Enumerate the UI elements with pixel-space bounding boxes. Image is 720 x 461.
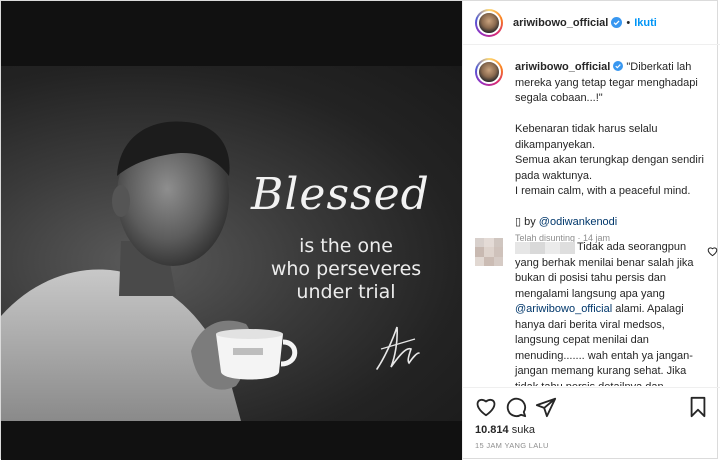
comment-body-1: Tidak ada seorangpun yang berhak menilai… xyxy=(515,241,697,300)
post-timestamp[interactable]: 15 JAM YANG LALU xyxy=(475,441,549,450)
bookmark-icon[interactable] xyxy=(687,396,709,418)
comment-text: Tidak ada seorangpun yang berhak menilai… xyxy=(515,240,695,386)
post-header: ariwibowo_official • Ikuti xyxy=(463,1,720,45)
separator-dot: • xyxy=(626,16,631,29)
quote-line: who perseveres xyxy=(270,258,422,280)
blessed-title: Blessed xyxy=(251,169,430,220)
quote-line: is the one xyxy=(299,235,393,257)
avatar[interactable] xyxy=(475,8,503,37)
post-side-panel: ariwibowo_official • Ikuti ariwibowo_off… xyxy=(462,1,720,461)
avatar[interactable] xyxy=(475,58,503,86)
verified-badge-icon xyxy=(613,61,624,71)
quote-text: is the one who perseveres under trial xyxy=(256,235,436,304)
caption-username[interactable]: ariwibowo_official xyxy=(515,61,610,73)
signature-graphic xyxy=(376,326,420,370)
post-image[interactable]: Blessed is the one who perseveres under … xyxy=(1,1,462,460)
verified-badge-icon xyxy=(611,17,623,28)
likes-label: suka xyxy=(511,424,535,436)
caption-text: ariwibowo_official "Diberkati lah mereka … xyxy=(515,60,715,246)
comment-icon[interactable] xyxy=(505,396,527,418)
share-icon[interactable] xyxy=(535,396,557,418)
likes-number: 10.814 xyxy=(475,424,509,436)
comments-scroll-area[interactable]: ariwibowo_official "Diberkati lah mereka … xyxy=(463,46,720,386)
quote-line: under trial xyxy=(296,281,396,303)
comment-like-heart-icon[interactable] xyxy=(707,246,718,257)
comment-body-2: alami. Apalagi hanya dari berita viral m… xyxy=(515,303,693,386)
credit-prefix: by xyxy=(521,216,539,228)
instagram-post-modal: Blessed is the one who perseveres under … xyxy=(0,0,720,461)
action-bar xyxy=(473,396,709,420)
credit-mention-link[interactable]: @odiwankenodi xyxy=(539,216,617,228)
likes-count[interactable]: 10.814 suka xyxy=(475,424,535,436)
post-actions: 10.814 suka 15 JAM YANG LALU xyxy=(463,387,720,461)
header-username[interactable]: ariwibowo_official xyxy=(513,17,608,29)
caption-body: "Diberkati lah mereka yang tetap tegar m… xyxy=(515,61,704,197)
blurred-avatar xyxy=(475,238,503,266)
heart-icon[interactable] xyxy=(475,396,497,418)
follow-button[interactable]: Ikuti xyxy=(634,17,657,29)
comment-mention-link[interactable]: @ariwibowo_official xyxy=(515,303,612,315)
